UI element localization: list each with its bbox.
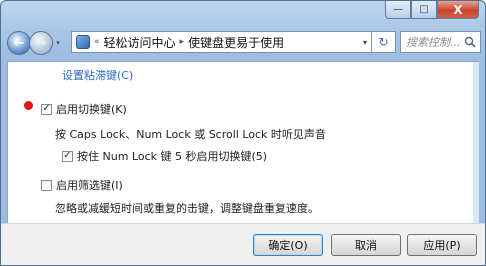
address-bar[interactable]: « 轻松访问中心 ▸ 使键盘更易于使用 ▾ [71,31,372,53]
breadcrumb-keyboard[interactable]: 使键盘更易于使用 [188,34,284,51]
search-icon[interactable] [464,36,476,48]
toggle-keys-option[interactable]: ✓ 启用切换键(K) [41,101,127,117]
navigation-bar: ← → ▾ « 轻松访问中心 ▸ 使键盘更易于使用 ▾ ↻ [7,29,481,57]
num-lock-hold-label[interactable]: 按住 Num Lock 键 5 秒启用切换键(5) [77,148,267,164]
num-lock-hold-option[interactable]: ✓ 按住 Num Lock 键 5 秒启用切换键(5) [62,148,267,164]
filter-keys-label[interactable]: 启用筛选键(I) [56,177,123,193]
button-bar: 确定(O) 取消 应用(P) [1,223,485,265]
cancel-button[interactable]: 取消 [331,234,401,256]
toggle-keys-checkbox[interactable]: ✓ [41,103,52,115]
back-button[interactable]: ← [7,31,31,55]
filter-keys-description: 忽略或减缓短时间或重复的击键，调整键盘重复速度。 [55,202,319,215]
address-overflow[interactable]: « [94,37,100,47]
num-lock-hold-checkbox[interactable]: ✓ [62,150,73,162]
search-input[interactable] [406,35,464,49]
recent-pages-dropdown-icon[interactable]: ▾ [53,39,63,47]
toggle-keys-description: 按 Caps Lock、Num Lock 或 Scroll Lock 时听见声音 [55,128,326,141]
set-up-sticky-keys-link[interactable]: 设置粘滞键(C) [62,67,133,83]
refresh-button[interactable]: ↻ [372,31,396,53]
control-panel-icon [76,35,90,49]
toggle-keys-label[interactable]: 启用切换键(K) [56,101,127,117]
breadcrumb-ease-of-access[interactable]: 轻松访问中心 [104,34,176,51]
minimize-button[interactable]: — [385,1,411,19]
ok-button[interactable]: 确定(O) [253,234,323,256]
control-panel-window: — □ X ← → ▾ « 轻松访问中心 ▸ 使键盘更易于使用 ▾ ↻ 设置粘滞… [0,0,486,266]
apply-button[interactable]: 应用(P) [407,234,477,256]
window-controls: — □ X [385,1,479,19]
breadcrumb-separator-icon[interactable]: ▸ [180,37,185,47]
maximize-button[interactable]: □ [411,1,437,19]
address-dropdown-icon[interactable]: ▾ [363,38,367,47]
vertical-scrollbar[interactable] [473,62,479,224]
annotation-marker [24,101,33,110]
search-box[interactable] [400,31,481,53]
filter-keys-option[interactable]: 启用筛选键(I) [41,177,123,193]
close-button[interactable]: X [437,1,479,19]
settings-panel: 设置粘滞键(C) ✓ 启用切换键(K) 按 Caps Lock、Num Lock… [7,61,479,225]
forward-button[interactable]: → [29,31,53,55]
filter-keys-checkbox[interactable] [41,179,52,191]
